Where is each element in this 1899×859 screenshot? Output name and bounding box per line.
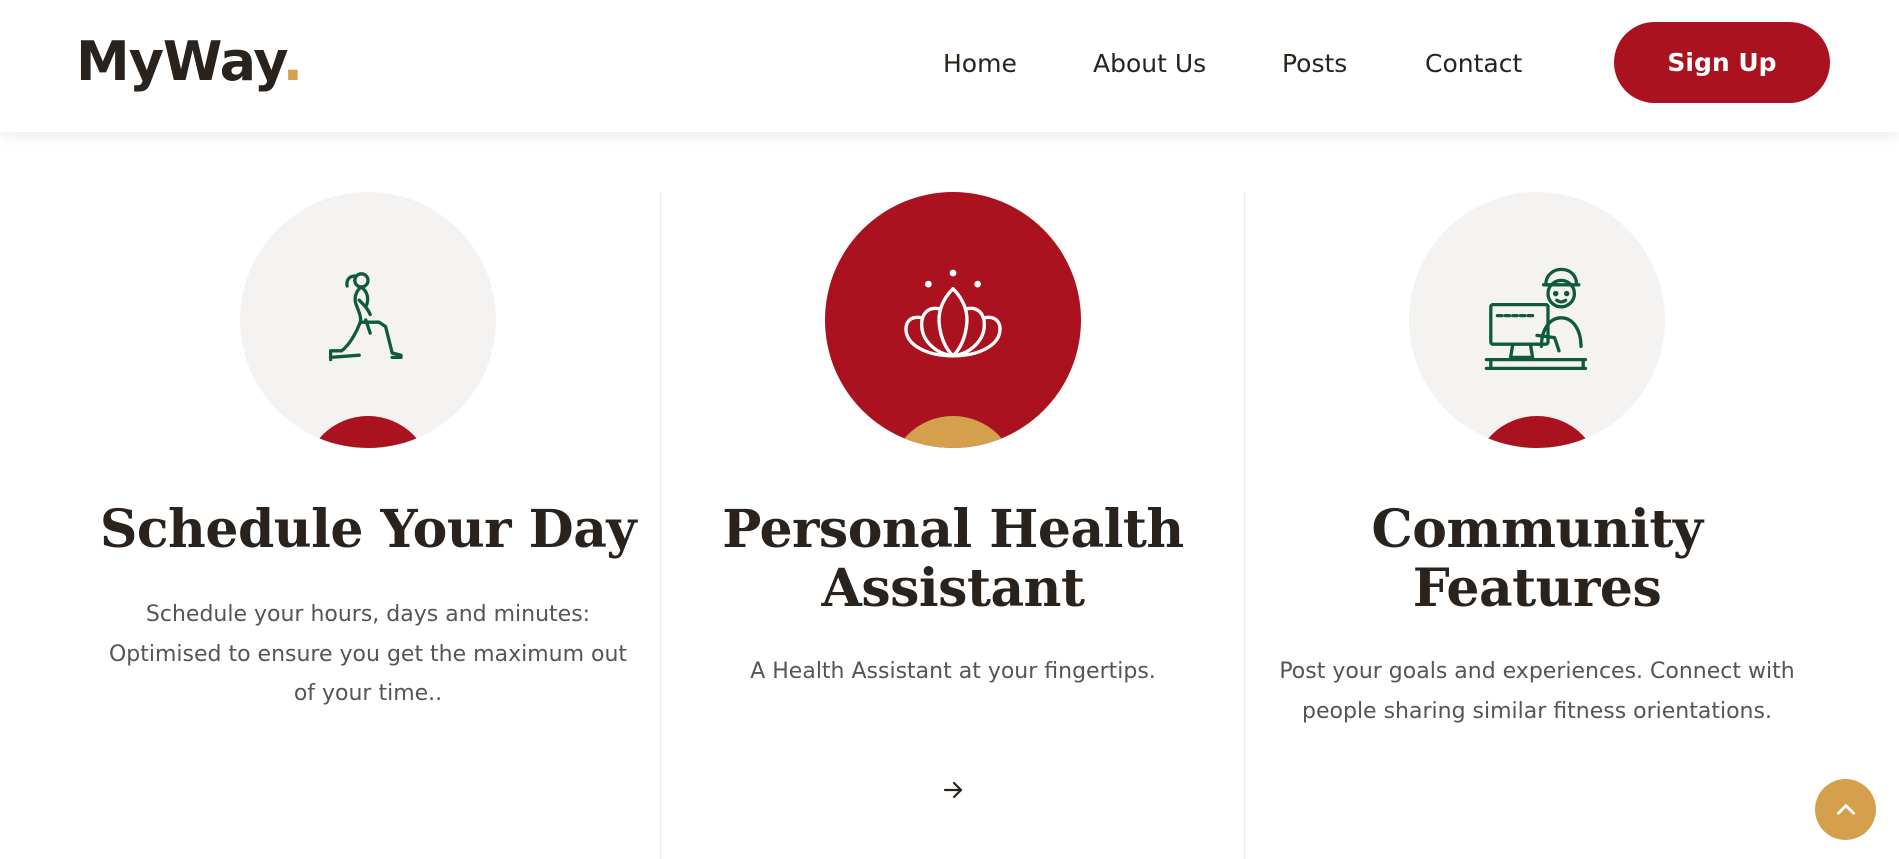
chevron-up-icon	[1836, 803, 1855, 815]
logo-dot: .	[282, 30, 303, 93]
feature-description: A Health Assistant at your fingertips.	[750, 659, 1156, 684]
sign-up-button[interactable]: Sign Up	[1614, 22, 1830, 103]
feature-link[interactable]	[939, 776, 967, 804]
feature-title: Schedule Your Day	[99, 499, 637, 560]
nav-posts[interactable]: Posts	[1282, 44, 1347, 84]
circle-accent	[889, 416, 1017, 448]
feature-icon-circle	[825, 192, 1081, 448]
logo-text: MyWay	[76, 30, 284, 93]
feature-icon-circle	[1409, 192, 1665, 448]
circle-accent	[304, 416, 432, 448]
person-at-computer-icon	[1484, 267, 1588, 371]
nav-about-us[interactable]: About Us	[1093, 44, 1206, 84]
scroll-to-top-button[interactable]	[1815, 779, 1876, 840]
logo[interactable]: MyWay.	[76, 30, 303, 94]
arrow-right-icon	[943, 781, 963, 799]
nav-contact[interactable]: Contact	[1425, 44, 1522, 84]
feature-title: Community Features	[1371, 499, 1703, 619]
feature-description: Post your goals and experiences. Connect…	[1279, 659, 1795, 724]
circle-accent	[1473, 416, 1601, 448]
lotus-icon	[904, 269, 1002, 358]
feature-icon-circle	[240, 192, 496, 448]
feature-description: Schedule your hours, days and minutes: O…	[108, 602, 628, 706]
site-header: MyWay. Home About Us Posts Contact Sign …	[0, 0, 1899, 132]
lunge-exercise-icon	[328, 272, 403, 362]
feature-title: Personal Health Assistant	[722, 499, 1184, 619]
nav-home[interactable]: Home	[943, 44, 1017, 84]
